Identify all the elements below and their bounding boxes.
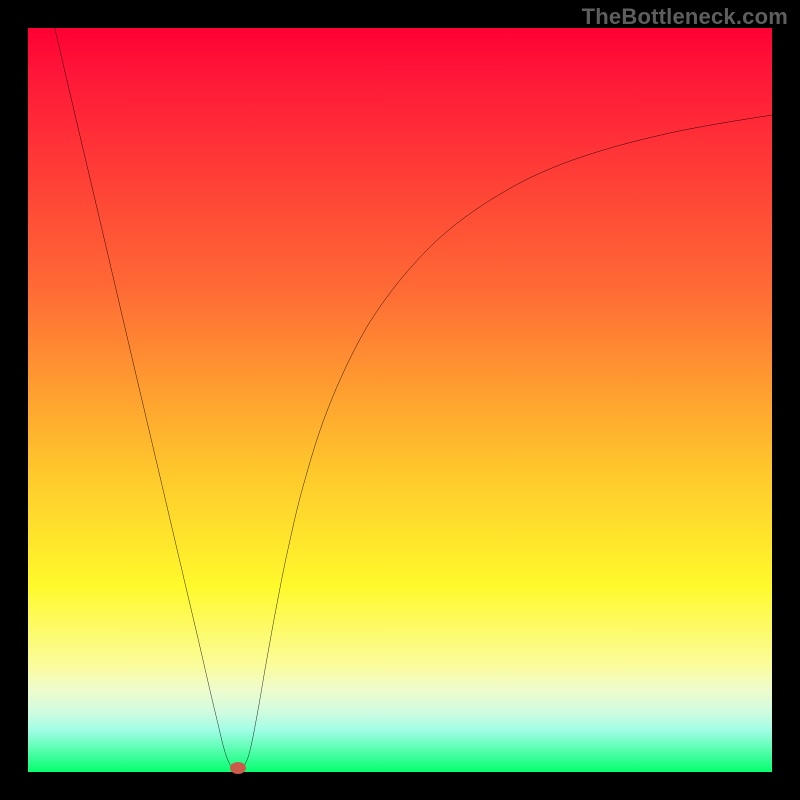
chart-frame: TheBottleneck.com xyxy=(0,0,800,800)
minimum-marker xyxy=(230,762,246,774)
bottleneck-curve xyxy=(28,28,772,772)
plot-area xyxy=(28,28,772,772)
watermark-text: TheBottleneck.com xyxy=(582,6,788,28)
